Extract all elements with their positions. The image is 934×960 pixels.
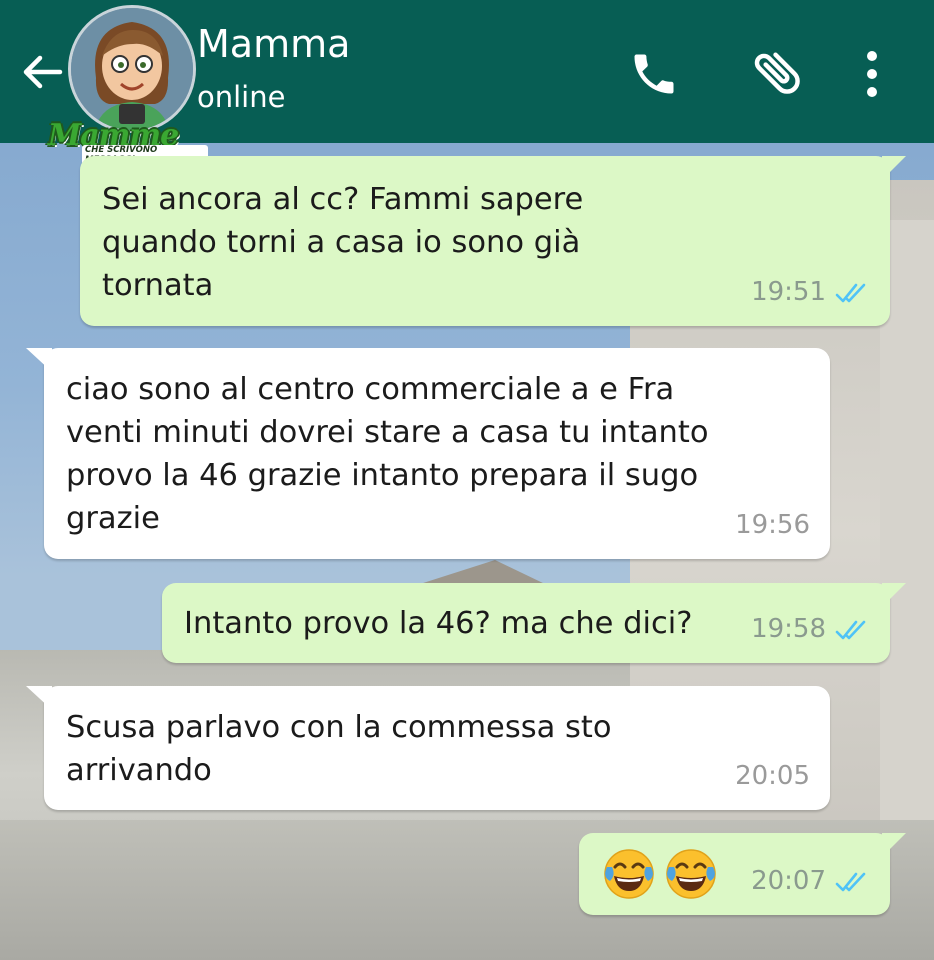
emoji-row (601, 845, 719, 901)
face-with-tears-of-joy-icon (604, 849, 654, 899)
face-with-tears-of-joy-icon (666, 849, 716, 899)
message-meta: 20:05 (735, 755, 810, 798)
message-meta: 19:56 (735, 504, 810, 547)
message-text: Intanto provo la 46? ma che dici? (184, 606, 693, 641)
double-check-icon (835, 872, 866, 891)
message-bubble-outgoing[interactable]: Sei ancora al cc? Fammi sapere quando to… (80, 156, 906, 326)
message-text: ciao sono al centro commerciale a e Fra … (66, 372, 709, 536)
contact-name[interactable]: Mamma (197, 22, 350, 66)
double-check-icon (835, 283, 866, 302)
message-text: Scusa parlavo con la commessa sto arriva… (66, 710, 612, 788)
paperclip-icon[interactable] (750, 44, 806, 100)
message-bubble-outgoing[interactable]: Intanto provo la 46? ma che dici? 19:58 (162, 583, 906, 663)
phone-icon[interactable] (628, 48, 680, 100)
avatar[interactable] (68, 5, 196, 133)
message-time: 19:56 (735, 510, 810, 540)
message-bubble-incoming[interactable]: Scusa parlavo con la commessa sto arriva… (26, 686, 830, 810)
message-meta: 19:58 (751, 608, 874, 651)
double-check-icon (835, 620, 866, 639)
message-time: 20:05 (735, 761, 810, 791)
contact-status: online (197, 80, 286, 114)
back-arrow-icon[interactable] (20, 50, 64, 94)
message-bubble-incoming[interactable]: ciao sono al centro commerciale a e Fra … (26, 348, 830, 559)
message-time: 19:51 (751, 277, 826, 307)
chat-header: Mamme CHE SCRIVONO MESSAGGI Mamma online (0, 0, 934, 165)
message-time: 20:07 (751, 866, 826, 896)
more-vert-icon[interactable] (860, 48, 884, 100)
message-meta: 20:07 (751, 860, 874, 903)
message-time: 19:58 (751, 614, 826, 644)
message-bubble-outgoing[interactable]: 20:07 (579, 833, 906, 915)
message-meta: 19:51 (751, 271, 874, 314)
message-text: Sei ancora al cc? Fammi sapere quando to… (102, 182, 584, 303)
